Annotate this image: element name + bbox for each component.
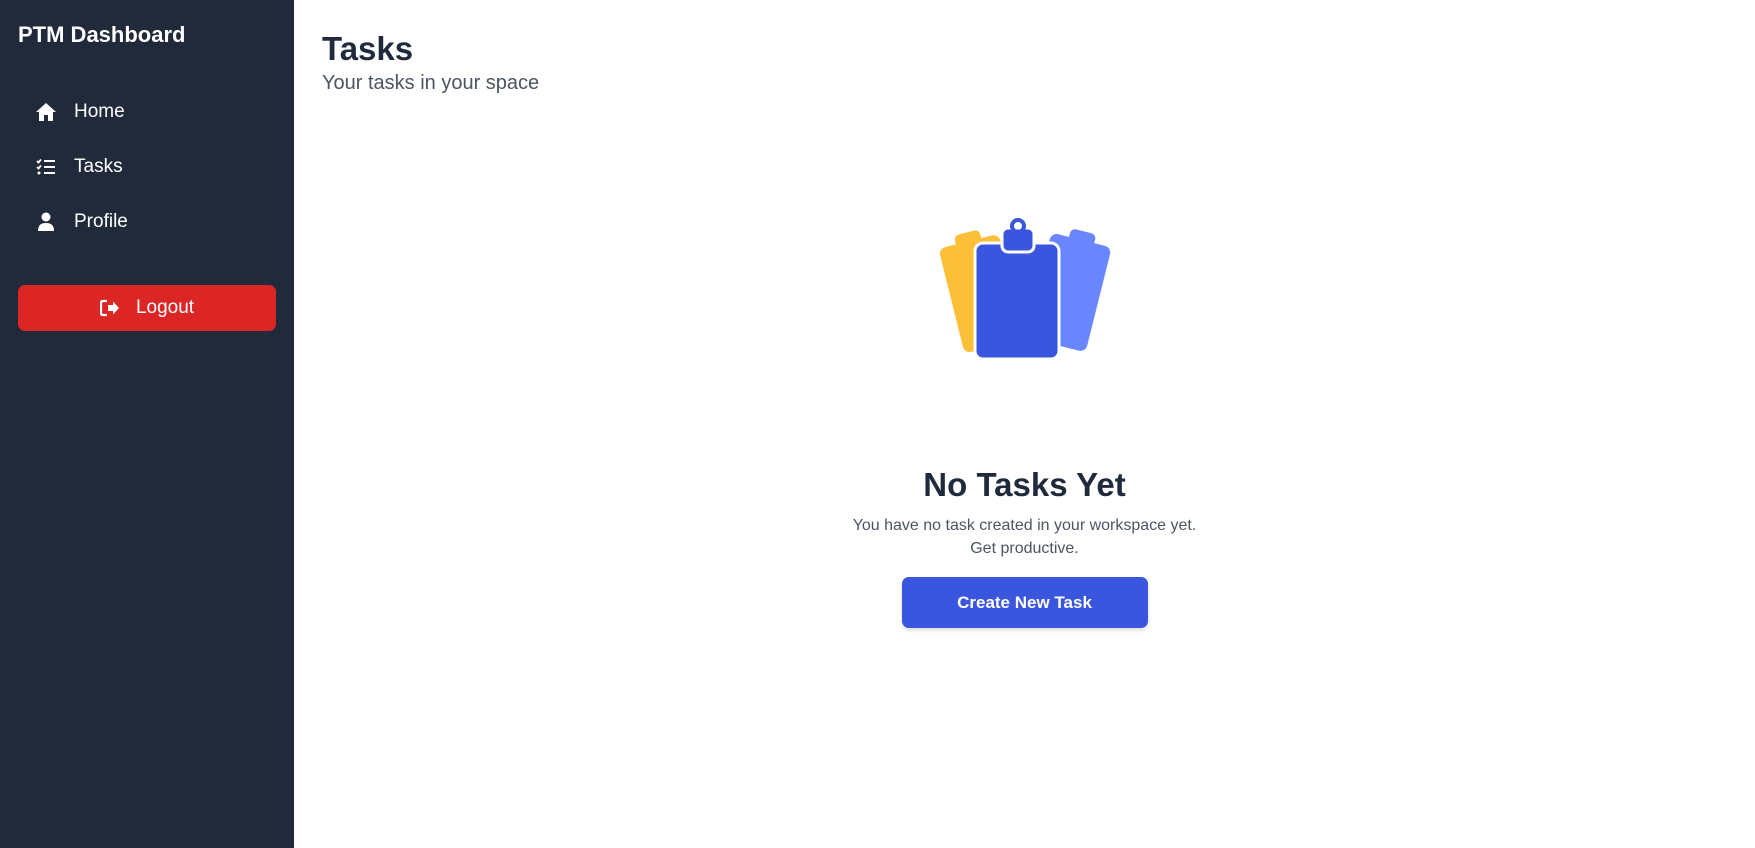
sidebar-item-home[interactable]: Home (18, 84, 276, 139)
logout-button[interactable]: Logout (18, 285, 276, 331)
main-content: Tasks Your tasks in your space No Tasks … (294, 0, 1755, 848)
empty-state-message: You have no task created in your workspa… (853, 514, 1197, 560)
app-root: PTM Dashboard Home Tasks Profile Logout … (0, 0, 1755, 848)
task-list-icon (34, 155, 58, 179)
sidebar: PTM Dashboard Home Tasks Profile Logout (0, 0, 294, 848)
empty-state: No Tasks Yet You have no task created in… (294, 214, 1755, 628)
sidebar-item-tasks[interactable]: Tasks (18, 139, 276, 194)
page-subtitle: Your tasks in your space (322, 72, 540, 94)
logout-label: Logout (135, 297, 195, 318)
sidebar-item-label: Home (74, 100, 125, 122)
home-icon (34, 100, 58, 124)
sidebar-item-label: Tasks (74, 155, 123, 177)
create-new-task-button[interactable]: Create New Task (901, 577, 1148, 628)
logout-icon (99, 299, 120, 317)
sidebar-item-profile[interactable]: Profile (18, 194, 276, 249)
user-icon (34, 210, 58, 234)
empty-state-line1: You have no task created in your workspa… (852, 517, 1197, 534)
empty-state-title: No Tasks Yet (923, 466, 1126, 503)
sidebar-item-label: Profile (74, 210, 128, 232)
page-title: Tasks (322, 30, 414, 67)
clipboards-illustration (939, 218, 1110, 361)
brand-title: PTM Dashboard (18, 22, 186, 47)
empty-state-line2: Get productive. (970, 540, 1079, 557)
